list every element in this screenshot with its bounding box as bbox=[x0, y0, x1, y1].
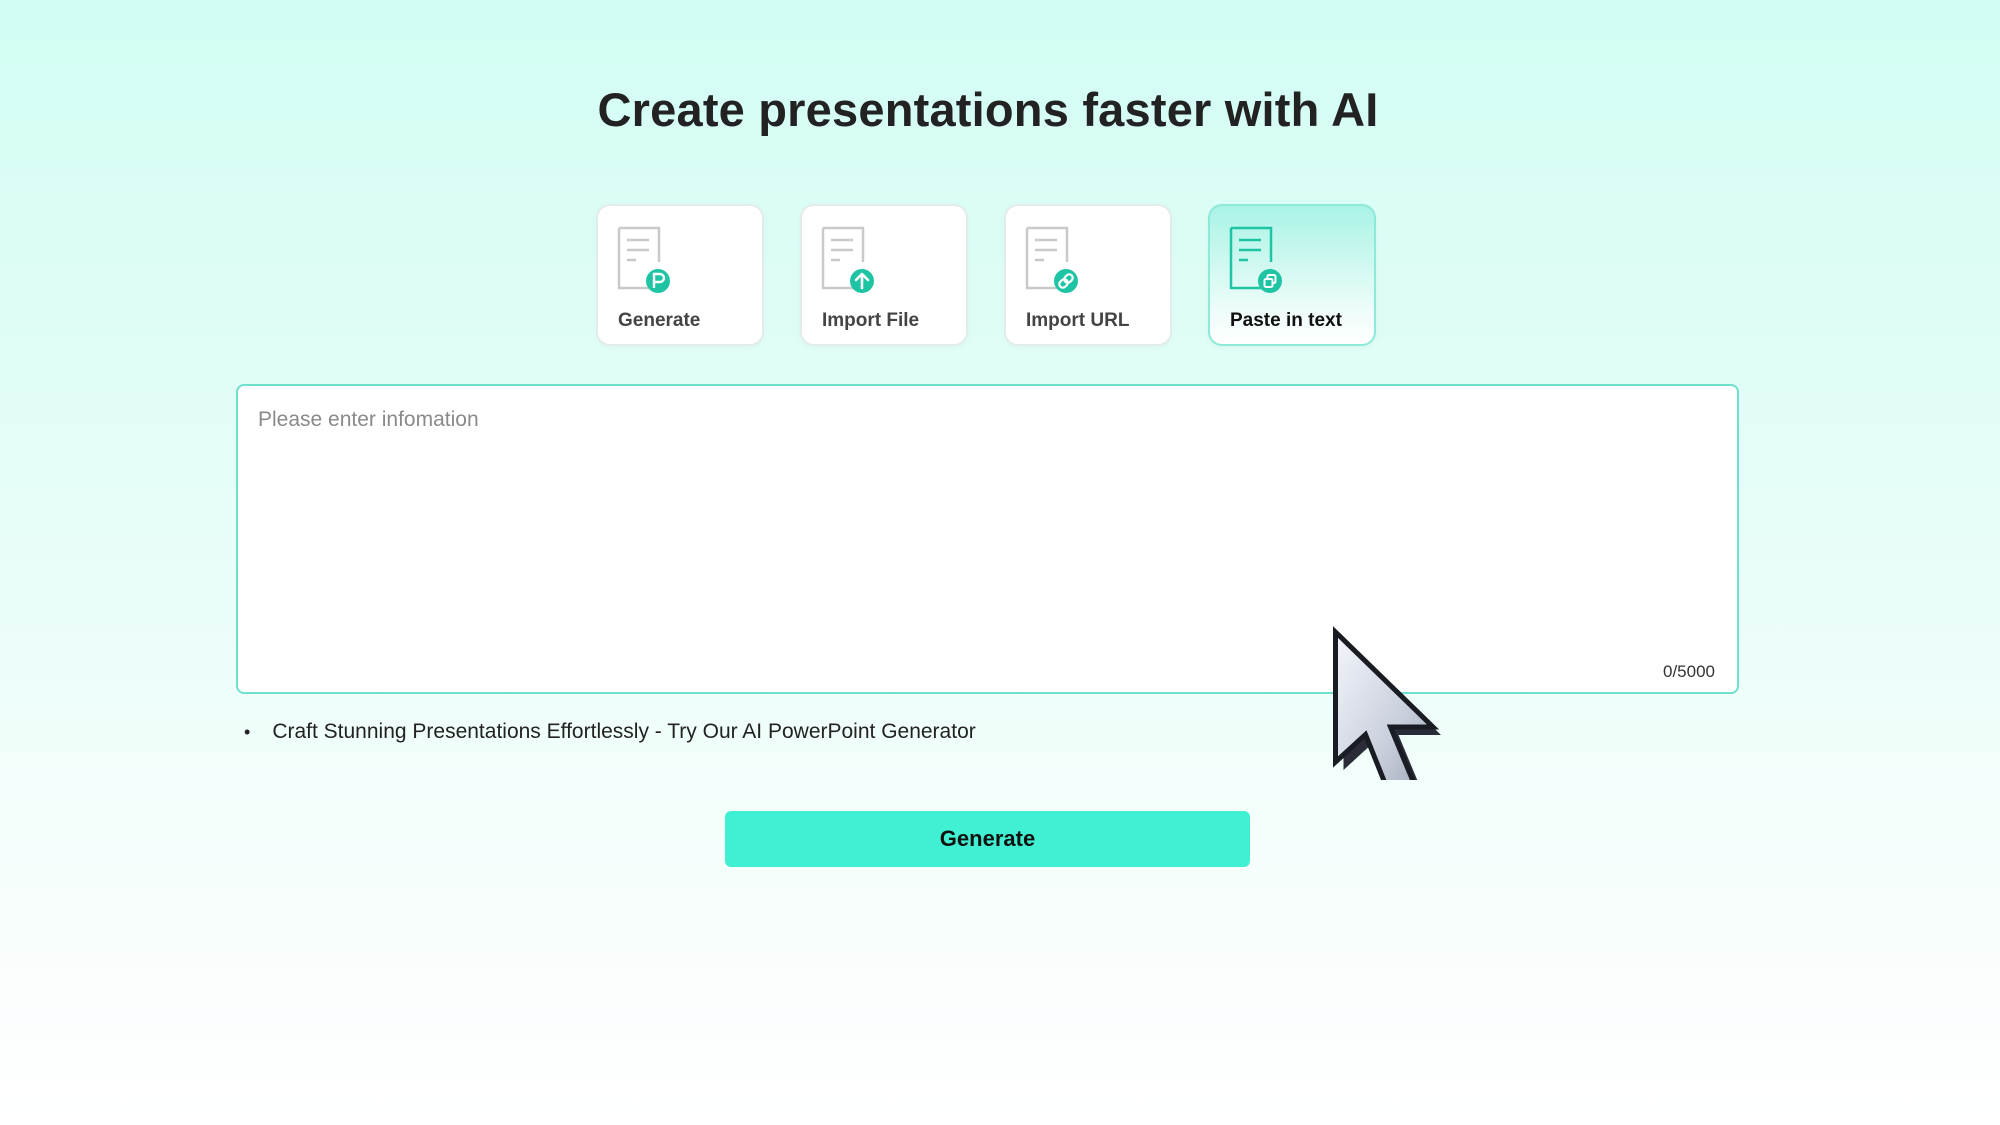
doc-p-icon bbox=[617, 226, 670, 293]
mode-import-file-card[interactable]: Import File bbox=[800, 204, 968, 346]
doc-link-icon bbox=[1025, 226, 1078, 293]
page-title: Create presentations faster with AI bbox=[597, 83, 1379, 136]
mode-generate-label: Generate bbox=[618, 310, 701, 331]
mode-paste-text-label: Paste in text bbox=[1230, 310, 1342, 331]
mode-selector: Generate Import File Import URL Paste in… bbox=[596, 204, 1376, 346]
doc-paste-icon bbox=[1229, 226, 1282, 293]
mode-import-url-label: Import URL bbox=[1026, 310, 1130, 331]
text-input-box: 0/5000 bbox=[236, 384, 1739, 694]
tip-line: • Craft Stunning Presentations Effortles… bbox=[244, 720, 976, 744]
information-textarea[interactable] bbox=[256, 406, 1700, 630]
doc-upload-icon bbox=[821, 226, 874, 293]
mode-generate-card[interactable]: Generate bbox=[596, 204, 764, 346]
mode-import-url-card[interactable]: Import URL bbox=[1004, 204, 1172, 346]
generate-button[interactable]: Generate bbox=[725, 811, 1250, 867]
tip-text: Craft Stunning Presentations Effortlessl… bbox=[272, 720, 976, 743]
bullet-icon: • bbox=[244, 721, 251, 742]
character-counter: 0/5000 bbox=[1663, 662, 1715, 681]
mode-paste-text-card[interactable]: Paste in text bbox=[1208, 204, 1376, 346]
mode-import-file-label: Import File bbox=[822, 310, 920, 331]
mouse-pointer-icon bbox=[1333, 626, 1441, 780]
